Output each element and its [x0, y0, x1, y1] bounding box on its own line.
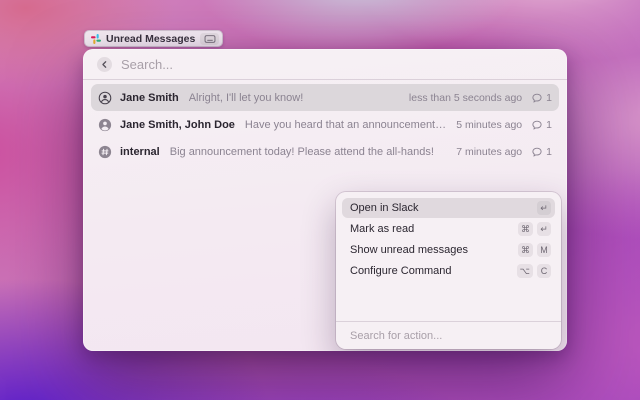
back-button[interactable]	[97, 57, 112, 72]
action-menu-spacer	[342, 282, 555, 321]
key-command: ⌘	[518, 222, 533, 236]
message-meta: less than 5 seconds ago 1	[399, 92, 552, 104]
message-row-internal-channel[interactable]: internal Big announcement today! Please …	[91, 138, 559, 165]
action-label: Mark as read	[350, 223, 414, 235]
message-row-jane-smith[interactable]: Jane Smith Alright, I'll let you know! l…	[91, 84, 559, 111]
action-configure-command[interactable]: Configure Command ⌥ C	[342, 261, 555, 281]
unread-count: 1	[546, 92, 552, 104]
action-label: Open in Slack	[350, 202, 418, 214]
record-hotkey-badge[interactable]	[200, 33, 219, 45]
unread-count: 1	[546, 146, 552, 158]
launcher-window: Jane Smith Alright, I'll let you know! l…	[83, 49, 567, 351]
action-label: Configure Command	[350, 265, 452, 277]
action-label: Show unread messages	[350, 244, 468, 256]
sender-name: Jane Smith	[120, 92, 179, 104]
channel-hash-icon	[98, 145, 112, 159]
message-time: less than 5 seconds ago	[409, 92, 522, 104]
command-tag-label: Unread Messages	[106, 33, 195, 45]
message-time: 5 minutes ago	[456, 119, 522, 131]
key-command: ⌘	[518, 243, 533, 257]
sender-name: internal	[120, 146, 160, 158]
chat-bubble-icon	[531, 92, 543, 104]
chevron-left-icon	[99, 59, 110, 70]
search-input[interactable]	[121, 57, 555, 72]
message-preview: Have you heard that an announcement is c…	[245, 119, 446, 131]
message-row-jane-smith-john-doe[interactable]: Jane Smith, John Doe Have you heard that…	[91, 111, 559, 138]
desktop-wallpaper: Unread Messages	[0, 0, 640, 400]
unread-count: 1	[546, 119, 552, 131]
chat-bubble-icon	[531, 146, 543, 158]
search-bar	[83, 49, 567, 80]
action-show-unread-messages[interactable]: Show unread messages ⌘ M	[342, 240, 555, 260]
person-circle-filled-icon	[98, 118, 112, 132]
action-search-input[interactable]	[350, 330, 547, 342]
key-return: ↵	[537, 201, 551, 215]
key-m: M	[537, 243, 551, 257]
message-time: 7 minutes ago	[456, 146, 522, 158]
action-menu: Open in Slack ↵ Mark as read ⌘ ↵ Show un…	[336, 192, 561, 349]
action-open-in-slack[interactable]: Open in Slack ↵	[342, 198, 555, 218]
shortcut-keys: ⌥ C	[517, 264, 551, 278]
shortcut-keys: ↵	[537, 201, 551, 215]
person-circle-outline-icon	[98, 91, 112, 105]
slack-icon	[91, 34, 101, 44]
keyboard-icon	[204, 35, 216, 43]
action-mark-as-read[interactable]: Mark as read ⌘ ↵	[342, 219, 555, 239]
shortcut-keys: ⌘ ↵	[518, 222, 551, 236]
message-meta: 7 minutes ago 1	[446, 146, 552, 158]
sender-name: Jane Smith, John Doe	[120, 119, 235, 131]
chat-bubble-icon	[531, 119, 543, 131]
key-return: ↵	[537, 222, 551, 236]
command-tag-unread-messages[interactable]: Unread Messages	[84, 30, 223, 47]
action-search-footer	[336, 321, 561, 349]
key-c: C	[537, 264, 551, 278]
message-preview: Alright, I'll let you know!	[189, 92, 304, 104]
message-meta: 5 minutes ago 1	[446, 119, 552, 131]
shortcut-keys: ⌘ M	[518, 243, 551, 257]
key-option: ⌥	[517, 264, 533, 278]
message-list: Jane Smith Alright, I'll let you know! l…	[83, 80, 567, 165]
message-preview: Big announcement today! Please attend th…	[170, 146, 434, 158]
